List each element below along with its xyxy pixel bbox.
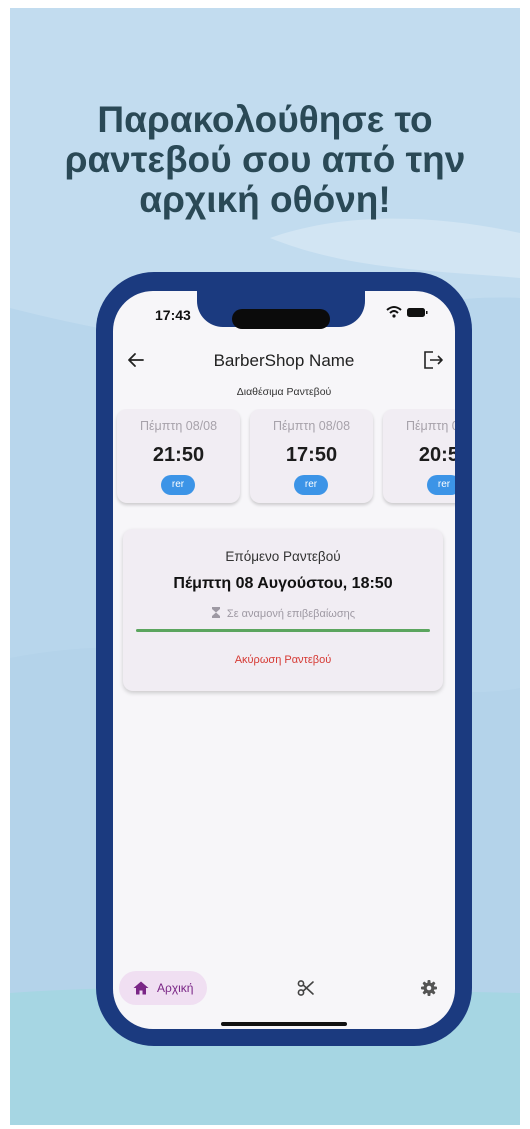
next-appointment-card: Επόμενο Ραντεβού Πέμπτη 08 Αυγούστου, 18…: [123, 529, 443, 691]
appointment-status-text: Σε αναμονή επιβεβαίωσης: [226, 608, 356, 620]
slot-date: Πέμπτη 08/08: [405, 419, 455, 433]
home-indicator: [221, 1022, 347, 1026]
slot-book-button[interactable]: rer: [161, 475, 195, 495]
available-slots-list[interactable]: Πέμπτη 08/08 21:50 rer Πέμπτη 08/08 17:5…: [113, 409, 455, 509]
promo-background: Παρακολούθησε το ραντεβού σου από την αρ…: [10, 8, 520, 1125]
slot-book-button[interactable]: rer: [294, 475, 328, 495]
slot-book-button[interactable]: rer: [427, 475, 455, 495]
appointment-progress-bar: [136, 629, 430, 632]
appointment-status: Σε αναμονή επιβεβαίωσης: [123, 606, 443, 622]
available-appointments-label: Διαθέσιμα Ραντεβού: [236, 386, 332, 398]
nav-settings-tab[interactable]: [420, 979, 438, 1002]
progress-fill: [136, 629, 430, 632]
nav-home-tab[interactable]: Αρχική: [119, 971, 207, 1005]
next-appointment-title: Επόμενο Ραντεβού: [225, 549, 341, 564]
logout-button[interactable]: [421, 349, 445, 371]
phone-screen: 17:43 BarberShop Name Διαθέσιμα Ραντεβού…: [113, 291, 455, 1029]
status-time: 17:43: [155, 307, 191, 323]
scissors-icon: [297, 980, 314, 996]
slot-card[interactable]: Πέμπτη 08/08 20:50 rer: [383, 409, 455, 503]
slot-date: Πέμπτη 08/08: [139, 419, 218, 433]
headline-line-3: αρχική οθόνη!: [139, 179, 391, 220]
status-icons: [385, 305, 429, 324]
slot-time: 20:50: [418, 444, 455, 466]
slot-time: 21:50: [152, 444, 205, 466]
hourglass-icon: [211, 607, 220, 618]
nav-home-label: Αρχική: [157, 981, 194, 995]
home-icon: [133, 981, 149, 995]
slot-time: 17:50: [285, 444, 338, 466]
gear-icon: [421, 980, 437, 996]
promo-headline: Παρακολούθησε το ραντεβού σου από την αρ…: [10, 100, 520, 220]
next-appointment-datetime: Πέμπτη 08 Αυγούστου, 18:50: [173, 575, 393, 592]
app-title: BarberShop Name: [213, 351, 355, 370]
headline-line-2: ραντεβού σου από την: [64, 139, 466, 180]
wifi-icon: [386, 306, 402, 318]
logout-icon: [424, 351, 443, 369]
slot-card[interactable]: Πέμπτη 08/08 21:50 rer: [117, 409, 240, 503]
phone-frame: 17:43 BarberShop Name Διαθέσιμα Ραντεβού…: [96, 272, 472, 1046]
nav-services-tab[interactable]: [297, 979, 315, 1002]
cancel-appointment-button[interactable]: Ακύρωση Ραντεβού: [123, 654, 443, 666]
headline-line-1: Παρακολούθησε το: [97, 99, 433, 140]
dynamic-island: [232, 309, 330, 329]
bottom-navigation: Αρχική: [113, 963, 455, 1015]
battery-icon: [407, 308, 428, 317]
slot-date: Πέμπτη 08/08: [272, 419, 351, 433]
slot-card[interactable]: Πέμπτη 08/08 17:50 rer: [250, 409, 373, 503]
